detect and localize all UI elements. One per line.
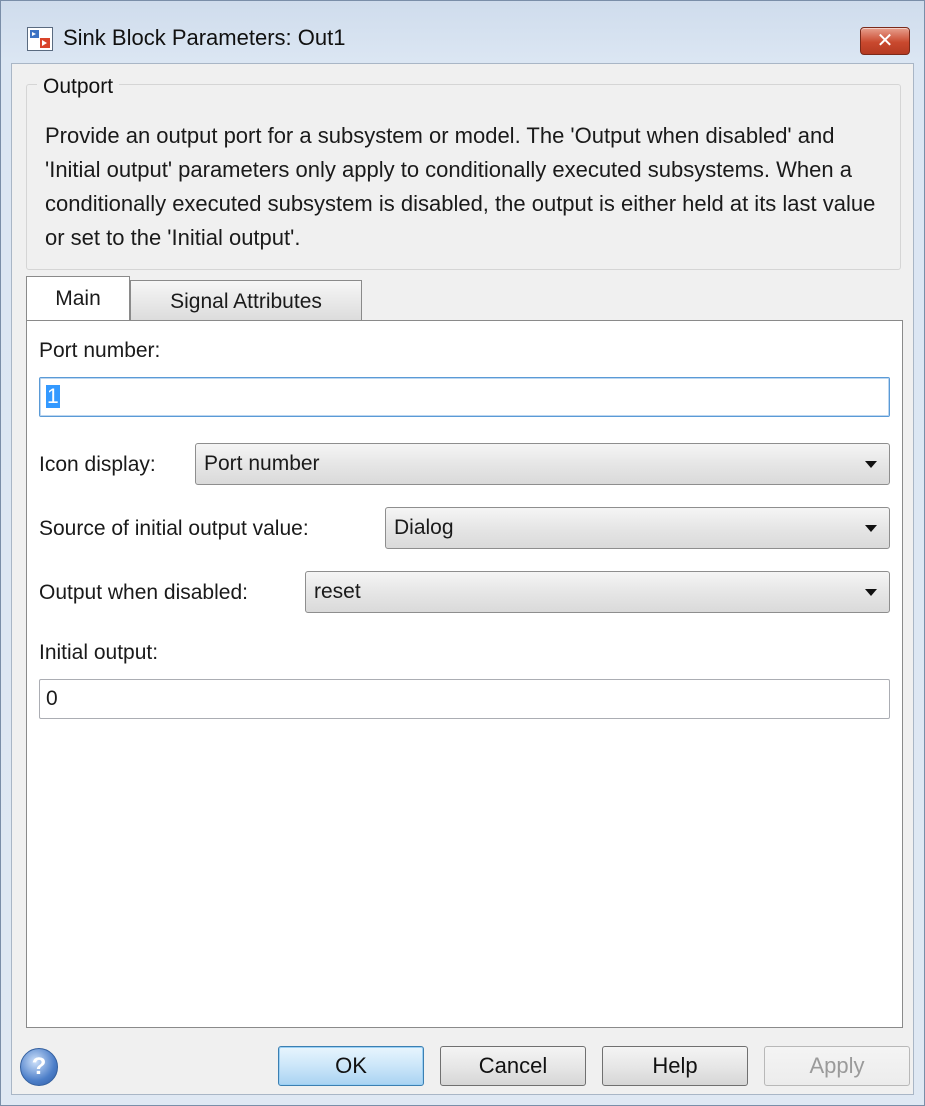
- icon-display-label: Icon display:: [39, 453, 156, 476]
- description-group: Outport Provide an output port for a sub…: [26, 75, 901, 270]
- title-bar[interactable]: Sink Block Parameters: Out1 ✕: [1, 1, 924, 63]
- chevron-down-icon: [865, 589, 877, 596]
- port-number-value: 1: [46, 385, 60, 408]
- button-bar: ? OK Cancel Help Apply: [12, 1028, 913, 1098]
- block-description: Provide an output port for a subsystem o…: [45, 123, 876, 250]
- group-legend: Outport: [37, 75, 120, 99]
- close-icon: ✕: [876, 30, 894, 52]
- output-when-disabled-value: reset: [314, 580, 361, 603]
- source-initial-output-value: Dialog: [394, 516, 454, 539]
- initial-output-value: 0: [46, 687, 58, 710]
- dialog-window: Sink Block Parameters: Out1 ✕ Outport Pr…: [0, 0, 925, 1106]
- tab-signal-attributes[interactable]: Signal Attributes: [130, 280, 362, 320]
- tab-panel-main: Port number: 1 Icon display: Port number…: [26, 320, 903, 1028]
- tab-main[interactable]: Main: [26, 276, 130, 320]
- port-number-label: Port number:: [39, 339, 161, 362]
- source-initial-output-dropdown[interactable]: Dialog: [385, 507, 890, 549]
- window-title: Sink Block Parameters: Out1: [63, 25, 346, 50]
- initial-output-field[interactable]: 0: [39, 679, 890, 719]
- initial-output-label: Initial output:: [39, 641, 159, 664]
- apply-button[interactable]: Apply: [764, 1046, 910, 1086]
- icon-display-dropdown[interactable]: Port number: [195, 443, 890, 485]
- help-icon[interactable]: ?: [20, 1048, 58, 1086]
- close-button[interactable]: ✕: [860, 27, 910, 55]
- cancel-button[interactable]: Cancel: [440, 1046, 586, 1086]
- output-when-disabled-label: Output when disabled:: [39, 581, 248, 604]
- help-button[interactable]: Help: [602, 1046, 748, 1086]
- chevron-down-icon: [865, 525, 877, 532]
- ok-button[interactable]: OK: [278, 1046, 424, 1086]
- port-number-field[interactable]: 1: [39, 377, 890, 417]
- output-when-disabled-dropdown[interactable]: reset: [305, 571, 890, 613]
- source-initial-output-label: Source of initial output value:: [39, 517, 309, 540]
- icon-display-value: Port number: [204, 452, 320, 475]
- dialog-client-area: Outport Provide an output port for a sub…: [11, 63, 914, 1095]
- chevron-down-icon: [865, 461, 877, 468]
- simulink-block-icon: [27, 27, 53, 51]
